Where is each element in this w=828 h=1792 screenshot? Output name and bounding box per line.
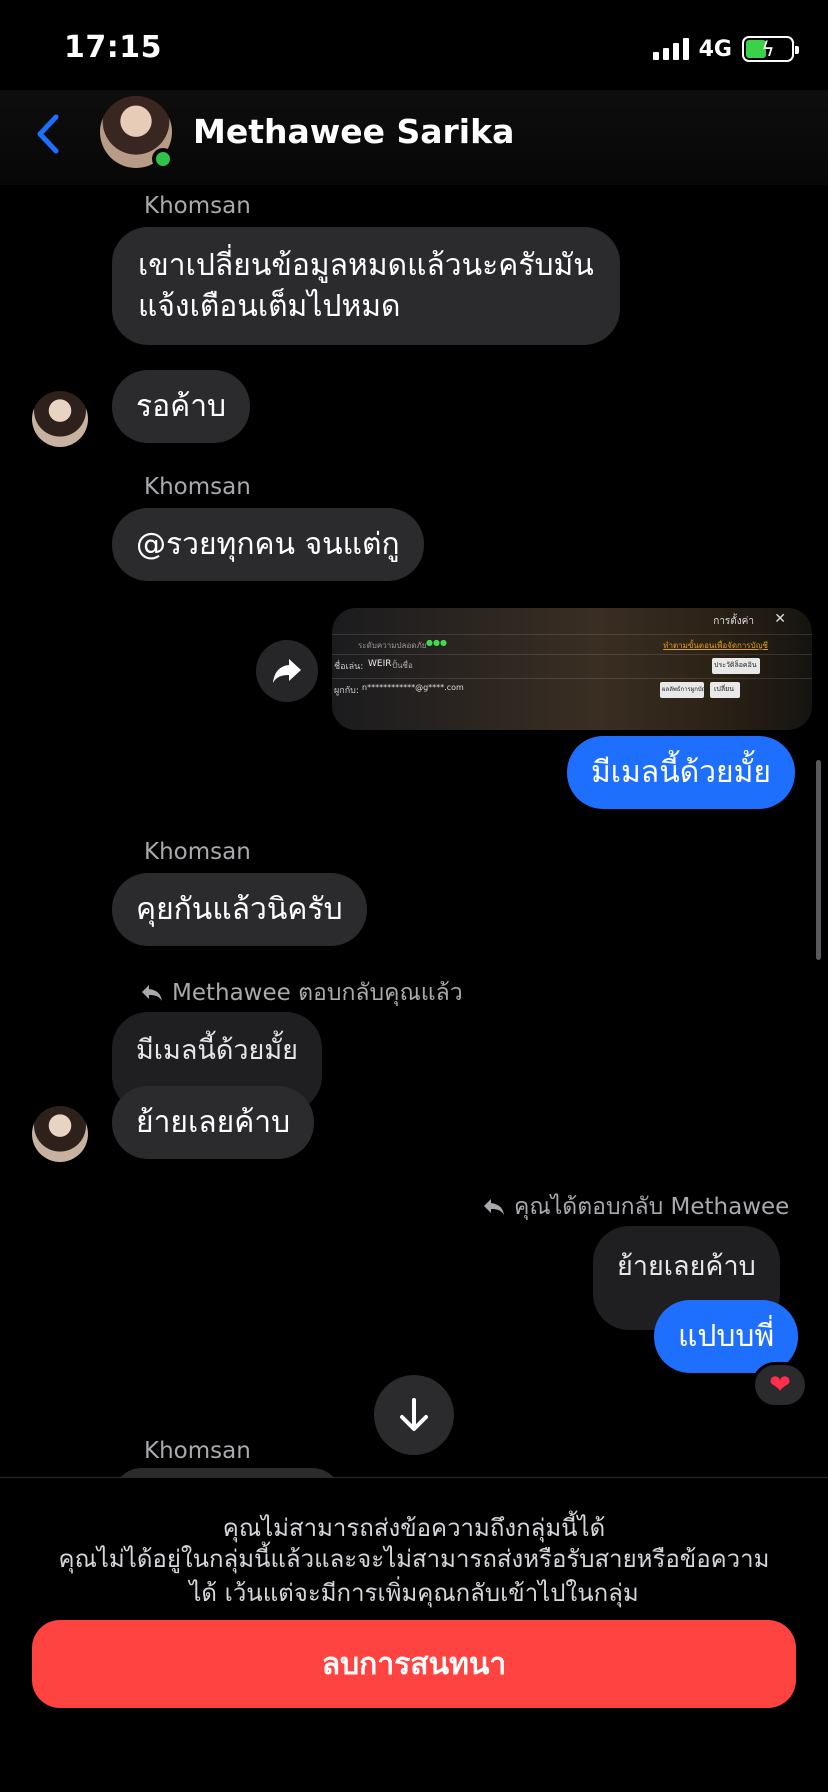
scrollbar[interactable]	[816, 760, 821, 960]
sender-avatar[interactable]	[32, 1106, 88, 1162]
message-text: คุยกันแล้วนิครับ	[136, 892, 343, 927]
shared-screenshot-image[interactable]: การตั้งค่า ✕ ระดับความปลอดภัย ●●● ทำตามข…	[332, 608, 812, 730]
footer-description: คุณไม่ได้อยู่ในกลุ่มนี้แล้วและจะไม่สามาร…	[58, 1545, 770, 1607]
signal-icon	[652, 38, 689, 60]
contact-name[interactable]: Methawee Sarika	[193, 112, 514, 151]
heart-reaction-icon[interactable]: ❤	[752, 1362, 808, 1408]
chevron-left-icon	[37, 114, 59, 154]
network-type: 4G	[698, 36, 732, 62]
message-text: @รวยทุกคน จนแต่กู	[136, 527, 400, 562]
scroll-to-bottom-button[interactable]	[374, 1375, 454, 1455]
chat-header: Methawee Sarika	[0, 90, 828, 185]
image-row: ผูกกับ: n************@g****.com ผลลัพธ์ก…	[332, 678, 812, 700]
reply-indicator: Methawee ตอบกลับคุณแล้ว	[140, 975, 463, 1011]
group-left-footer: คุณไม่สามารถส่งข้อความถึงกลุ่มนี้ได้ คุณ…	[0, 1477, 828, 1792]
image-row: ชื่อเล่น: WEIR ปั้นชื่อ ประวัติล็อคอิน	[332, 654, 812, 676]
message-text: ย้ายเลยค้าบ	[136, 1105, 291, 1140]
status-bar: 17:15 4G ϟ	[0, 0, 828, 96]
reply-indicator: คุณได้ตอบกลับ Methawee	[482, 1189, 789, 1225]
sender-name: Khomsan	[144, 1438, 251, 1464]
share-arrow-icon	[273, 659, 301, 683]
sender-avatar[interactable]	[32, 391, 88, 447]
battery-icon: ϟ	[742, 36, 799, 62]
sender-name: Khomsan	[144, 193, 251, 219]
image-row: ระดับความปลอดภัย ●●● ทำตามขั้นตอนเพื่อจั…	[332, 634, 812, 656]
message-bubble[interactable]: คุยกันแล้วนิครับ	[112, 873, 367, 946]
quoted-text: ย้ายเลยค้าบ	[617, 1251, 756, 1282]
arrow-down-icon	[400, 1398, 428, 1431]
contact-avatar[interactable]	[100, 96, 174, 170]
back-button[interactable]	[26, 104, 70, 164]
message-bubble[interactable]: เขาเปลี่ยนข้อมูลหมดแล้วนะครับมัน แจ้งเตื…	[112, 227, 620, 345]
message-text: มีเมลนี้ด้วยมั้ย	[591, 755, 771, 790]
online-status-dot	[152, 148, 174, 170]
status-indicators: 4G ϟ	[652, 36, 799, 62]
my-message-bubble[interactable]: มีเมลนี้ด้วยมั้ย	[567, 736, 795, 809]
message-bubble[interactable]: รอค้าบ	[112, 370, 251, 443]
share-button[interactable]	[256, 640, 318, 702]
reply-arrow-icon	[142, 985, 162, 1001]
sender-name: Khomsan	[144, 474, 251, 500]
message-text-line: แจ้งเตือนเต็มไปหมด	[138, 289, 401, 324]
message-bubble[interactable]: @รวยทุกคน จนแต่กู	[112, 508, 424, 581]
message-text: รอค้าบ	[136, 389, 227, 424]
image-menu-label: การตั้งค่า	[713, 616, 754, 627]
message-bubble[interactable]: ย้ายเลยค้าบ	[112, 1086, 315, 1159]
quoted-text: มีเมลนี้ด้วยมั้ย	[136, 1035, 298, 1066]
message-text-line: เขาเปลี่ยนข้อมูลหมดแล้วนะครับมัน	[138, 248, 594, 283]
image-close-icon: ✕	[774, 611, 786, 627]
status-time: 17:15	[64, 30, 162, 65]
reply-arrow-icon	[484, 1199, 504, 1215]
delete-conversation-button[interactable]: ลบการสนทนา	[32, 1620, 796, 1708]
message-text: แปบบพี่	[678, 1319, 775, 1354]
sender-name: Khomsan	[144, 839, 251, 865]
